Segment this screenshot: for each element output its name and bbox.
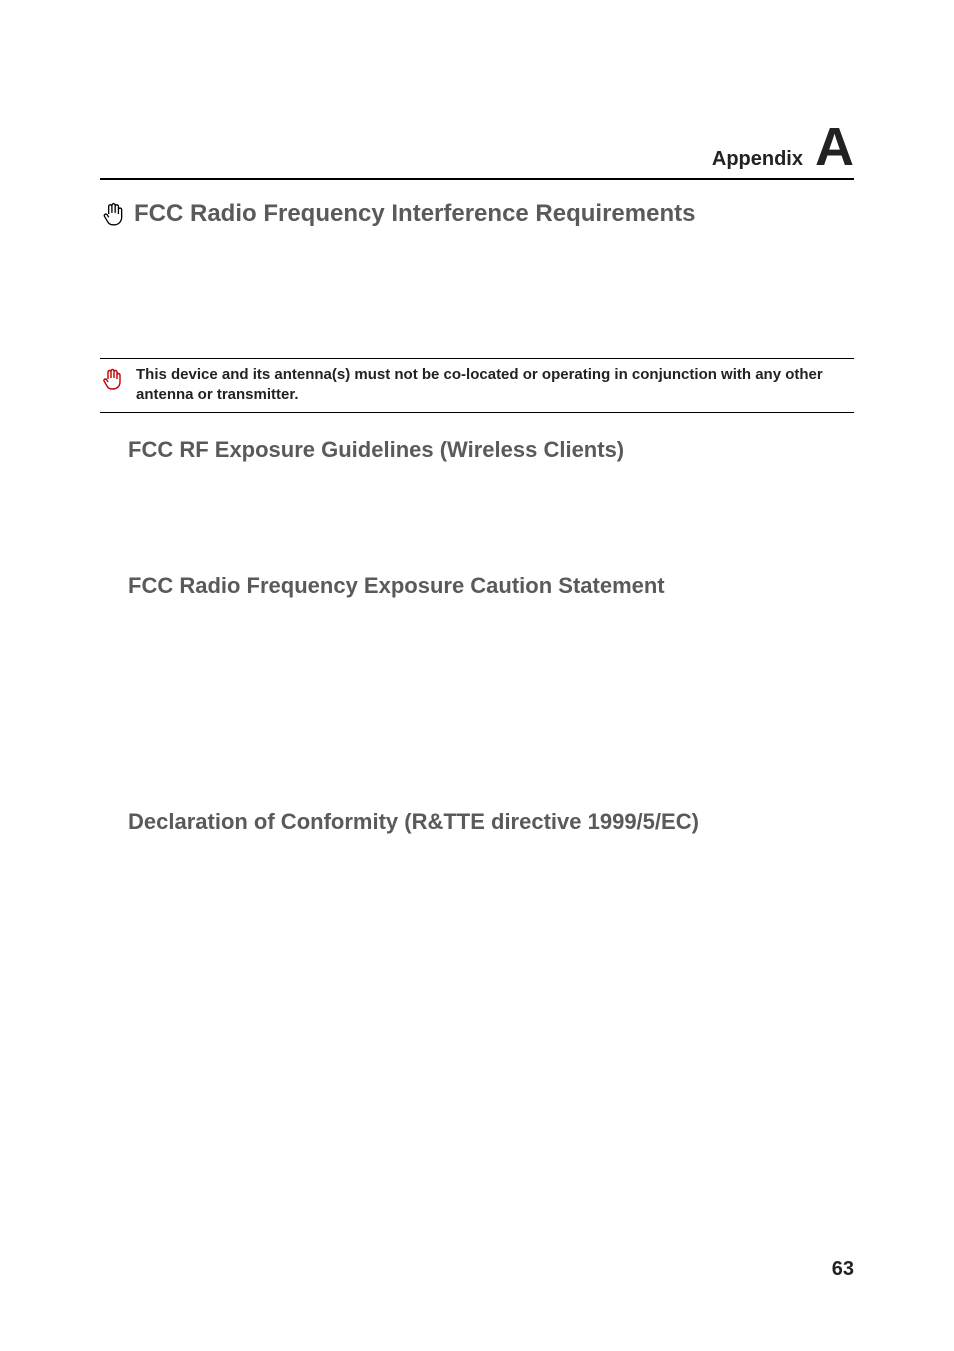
appendix-header: Appendix A (100, 120, 854, 180)
subsection-title-3: Declaration of Conformity (R&TTE directi… (100, 809, 854, 835)
subsection-title-2: FCC Radio Frequency Exposure Caution Sta… (100, 573, 854, 599)
note-text: This device and its antenna(s) must not … (136, 365, 854, 406)
appendix-letter: A (815, 120, 854, 174)
section-title-row: FCC Radio Frequency Interference Require… (100, 200, 854, 228)
note-block: This device and its antenna(s) must not … (100, 358, 854, 413)
subsection-title-1: FCC RF Exposure Guidelines (Wireless Cli… (100, 437, 854, 463)
page-number: 63 (832, 1258, 854, 1281)
hand-icon (100, 201, 126, 227)
appendix-label: Appendix (712, 148, 803, 171)
section-title: FCC Radio Frequency Interference Require… (134, 200, 695, 228)
important-icon (100, 367, 124, 391)
